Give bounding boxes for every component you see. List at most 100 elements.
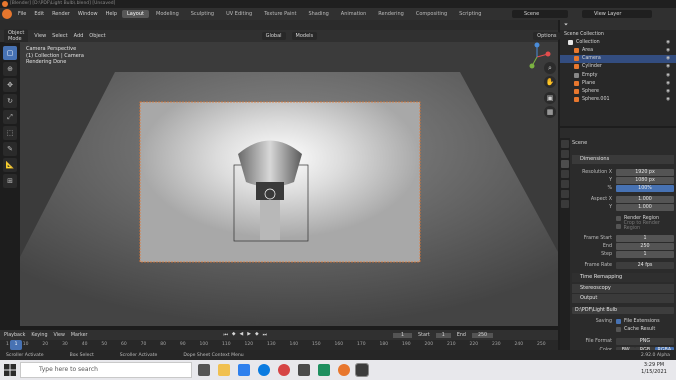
output-tab-icon[interactable] bbox=[561, 160, 569, 168]
visibility-eye-icon[interactable]: ◉ bbox=[666, 56, 676, 61]
tab-uv-editing[interactable]: UV Editing bbox=[221, 10, 257, 18]
resolution-percent-field[interactable]: 100% bbox=[616, 184, 674, 192]
timeline-ruler[interactable]: 1 10 20 30 40 50 60 70 80 90 100 110 120 130 140 150 160… bbox=[0, 340, 558, 350]
annotate-tool-icon[interactable]: ✎ bbox=[3, 142, 17, 156]
tab-sculpting[interactable]: Sculpting bbox=[186, 10, 219, 18]
playhead[interactable]: 1 bbox=[10, 340, 22, 350]
current-frame-field[interactable]: 1 bbox=[392, 332, 413, 338]
chrome-icon[interactable] bbox=[278, 364, 290, 376]
render-region-checkbox[interactable] bbox=[616, 215, 621, 221]
aspect-x-field[interactable]: 1.000 bbox=[616, 195, 674, 203]
cursor-tool-icon[interactable]: ⊕ bbox=[3, 62, 17, 76]
menu-select[interactable]: Select bbox=[52, 33, 67, 39]
frame-start-field[interactable]: 1 bbox=[616, 234, 674, 242]
outliner-item[interactable]: Area ◉ bbox=[560, 46, 676, 54]
mode-dropdown[interactable]: Object Mode bbox=[4, 29, 29, 43]
app-icon[interactable] bbox=[298, 364, 310, 376]
jump-end-icon[interactable]: ⏭ bbox=[263, 332, 267, 338]
render-tab-icon[interactable] bbox=[561, 150, 569, 158]
app-icon-2[interactable] bbox=[318, 364, 330, 376]
task-view-icon[interactable] bbox=[198, 364, 210, 376]
dimensions-panel-header[interactable]: Dimensions bbox=[572, 155, 674, 164]
object-tab-icon[interactable] bbox=[561, 200, 569, 208]
visibility-eye-icon[interactable]: ◉ bbox=[666, 73, 676, 78]
outliner-item[interactable]: Collection ◉ bbox=[560, 38, 676, 46]
scene-tab-icon[interactable] bbox=[561, 180, 569, 188]
time-remapping-header[interactable]: Time Remapping bbox=[572, 273, 674, 282]
3d-viewport[interactable] bbox=[20, 42, 558, 326]
outliner-item[interactable]: Cylinder ◉ bbox=[560, 63, 676, 71]
store-icon[interactable] bbox=[258, 364, 270, 376]
tab-modeling[interactable]: Modeling bbox=[151, 10, 184, 18]
outliner-item[interactable]: Camera ◉ bbox=[560, 54, 676, 63]
menu-window[interactable]: Window bbox=[74, 11, 102, 17]
resolution-x-field[interactable]: 1920 px bbox=[616, 168, 674, 176]
crop-checkbox[interactable] bbox=[616, 223, 621, 229]
jump-start-icon[interactable]: ⏮ bbox=[224, 332, 228, 338]
start-frame-field[interactable]: 1 bbox=[435, 332, 451, 338]
play-icon[interactable]: ▶ bbox=[247, 332, 251, 338]
file-explorer-icon[interactable] bbox=[218, 364, 230, 376]
stereoscopy-header[interactable]: Stereoscopy bbox=[572, 284, 674, 293]
add-cube-tool-icon[interactable]: ⊞ bbox=[3, 174, 17, 188]
tab-scripting[interactable]: Scripting bbox=[454, 10, 486, 18]
cache-checkbox[interactable] bbox=[616, 326, 621, 332]
frame-rate-dropdown[interactable]: 24 fps bbox=[616, 261, 674, 269]
rotate-tool-icon[interactable]: ↻ bbox=[3, 94, 17, 108]
prev-key-icon[interactable]: ◆ bbox=[232, 332, 236, 338]
tab-shading[interactable]: Shading bbox=[303, 10, 333, 18]
tab-animation[interactable]: Animation bbox=[336, 10, 372, 18]
timeline-view-menu[interactable]: View bbox=[54, 333, 65, 338]
menu-edit[interactable]: Edit bbox=[30, 11, 48, 17]
snap-dropdown[interactable]: Models bbox=[291, 32, 318, 40]
taskbar-search-input[interactable]: Type here to search bbox=[20, 362, 192, 378]
resolution-y-field[interactable]: 1080 px bbox=[616, 176, 674, 184]
taskbar-clock[interactable]: 3:29 PM 1/15/2021 bbox=[634, 362, 674, 376]
measure-tool-icon[interactable]: 📐 bbox=[3, 158, 17, 172]
view-layer-selector[interactable]: View Layer bbox=[582, 10, 652, 18]
tool-tab-icon[interactable] bbox=[561, 140, 569, 148]
file-format-dropdown[interactable]: PNG bbox=[616, 337, 674, 345]
view-layer-tab-icon[interactable] bbox=[561, 170, 569, 178]
scene-selector[interactable]: Scene bbox=[512, 10, 568, 18]
transform-tool-icon[interactable]: ⬚ bbox=[3, 126, 17, 140]
tab-layout[interactable]: Layout bbox=[122, 10, 149, 18]
play-reverse-icon[interactable]: ◀ bbox=[240, 332, 244, 338]
next-key-icon[interactable]: ◆ bbox=[255, 332, 259, 338]
timeline-keying-menu[interactable]: Keying bbox=[31, 333, 47, 338]
blender-menu-icon[interactable] bbox=[2, 9, 12, 19]
options-dropdown[interactable]: Options bbox=[533, 32, 561, 40]
scale-tool-icon[interactable]: ⤢ bbox=[3, 110, 17, 124]
visibility-eye-icon[interactable]: ◉ bbox=[666, 97, 676, 102]
navigation-gizmo[interactable] bbox=[522, 42, 552, 72]
outliner-item[interactable]: Plane ◉ bbox=[560, 79, 676, 87]
pan-hand-icon[interactable]: ✋ bbox=[544, 76, 556, 88]
visibility-eye-icon[interactable]: ◉ bbox=[666, 81, 676, 86]
world-tab-icon[interactable] bbox=[561, 190, 569, 198]
camera-view-icon[interactable]: ▣ bbox=[544, 92, 556, 104]
menu-file[interactable]: File bbox=[14, 11, 30, 17]
menu-object[interactable]: Object bbox=[89, 33, 105, 39]
menu-view[interactable]: View bbox=[34, 33, 46, 39]
select-box-tool-icon[interactable]: ▢ bbox=[3, 46, 17, 60]
frame-step-field[interactable]: 1 bbox=[616, 250, 674, 258]
outliner-item[interactable]: Empty ◉ bbox=[560, 71, 676, 79]
output-panel-header[interactable]: Output bbox=[572, 294, 674, 303]
edge-browser-icon[interactable] bbox=[238, 364, 250, 376]
aspect-y-field[interactable]: 1.000 bbox=[616, 203, 674, 211]
outliner-item[interactable]: Sphere.001 ◉ bbox=[560, 96, 676, 104]
end-frame-field[interactable]: 250 bbox=[471, 332, 494, 338]
tab-texture-paint[interactable]: Texture Paint bbox=[259, 10, 301, 18]
menu-add[interactable]: Add bbox=[74, 33, 84, 39]
tab-rendering[interactable]: Rendering bbox=[373, 10, 409, 18]
tab-compositing[interactable]: Compositing bbox=[411, 10, 452, 18]
timeline-marker-menu[interactable]: Marker bbox=[71, 333, 88, 338]
frame-end-field[interactable]: 250 bbox=[616, 242, 674, 250]
visibility-eye-icon[interactable]: ◉ bbox=[666, 89, 676, 94]
windows-start-icon[interactable] bbox=[4, 364, 16, 376]
visibility-eye-icon[interactable]: ◉ bbox=[666, 48, 676, 53]
visibility-eye-icon[interactable]: ◉ bbox=[666, 64, 676, 69]
menu-render[interactable]: Render bbox=[48, 11, 74, 17]
blender-taskbar-icon[interactable] bbox=[338, 364, 350, 376]
visibility-eye-icon[interactable]: ◉ bbox=[666, 40, 676, 45]
